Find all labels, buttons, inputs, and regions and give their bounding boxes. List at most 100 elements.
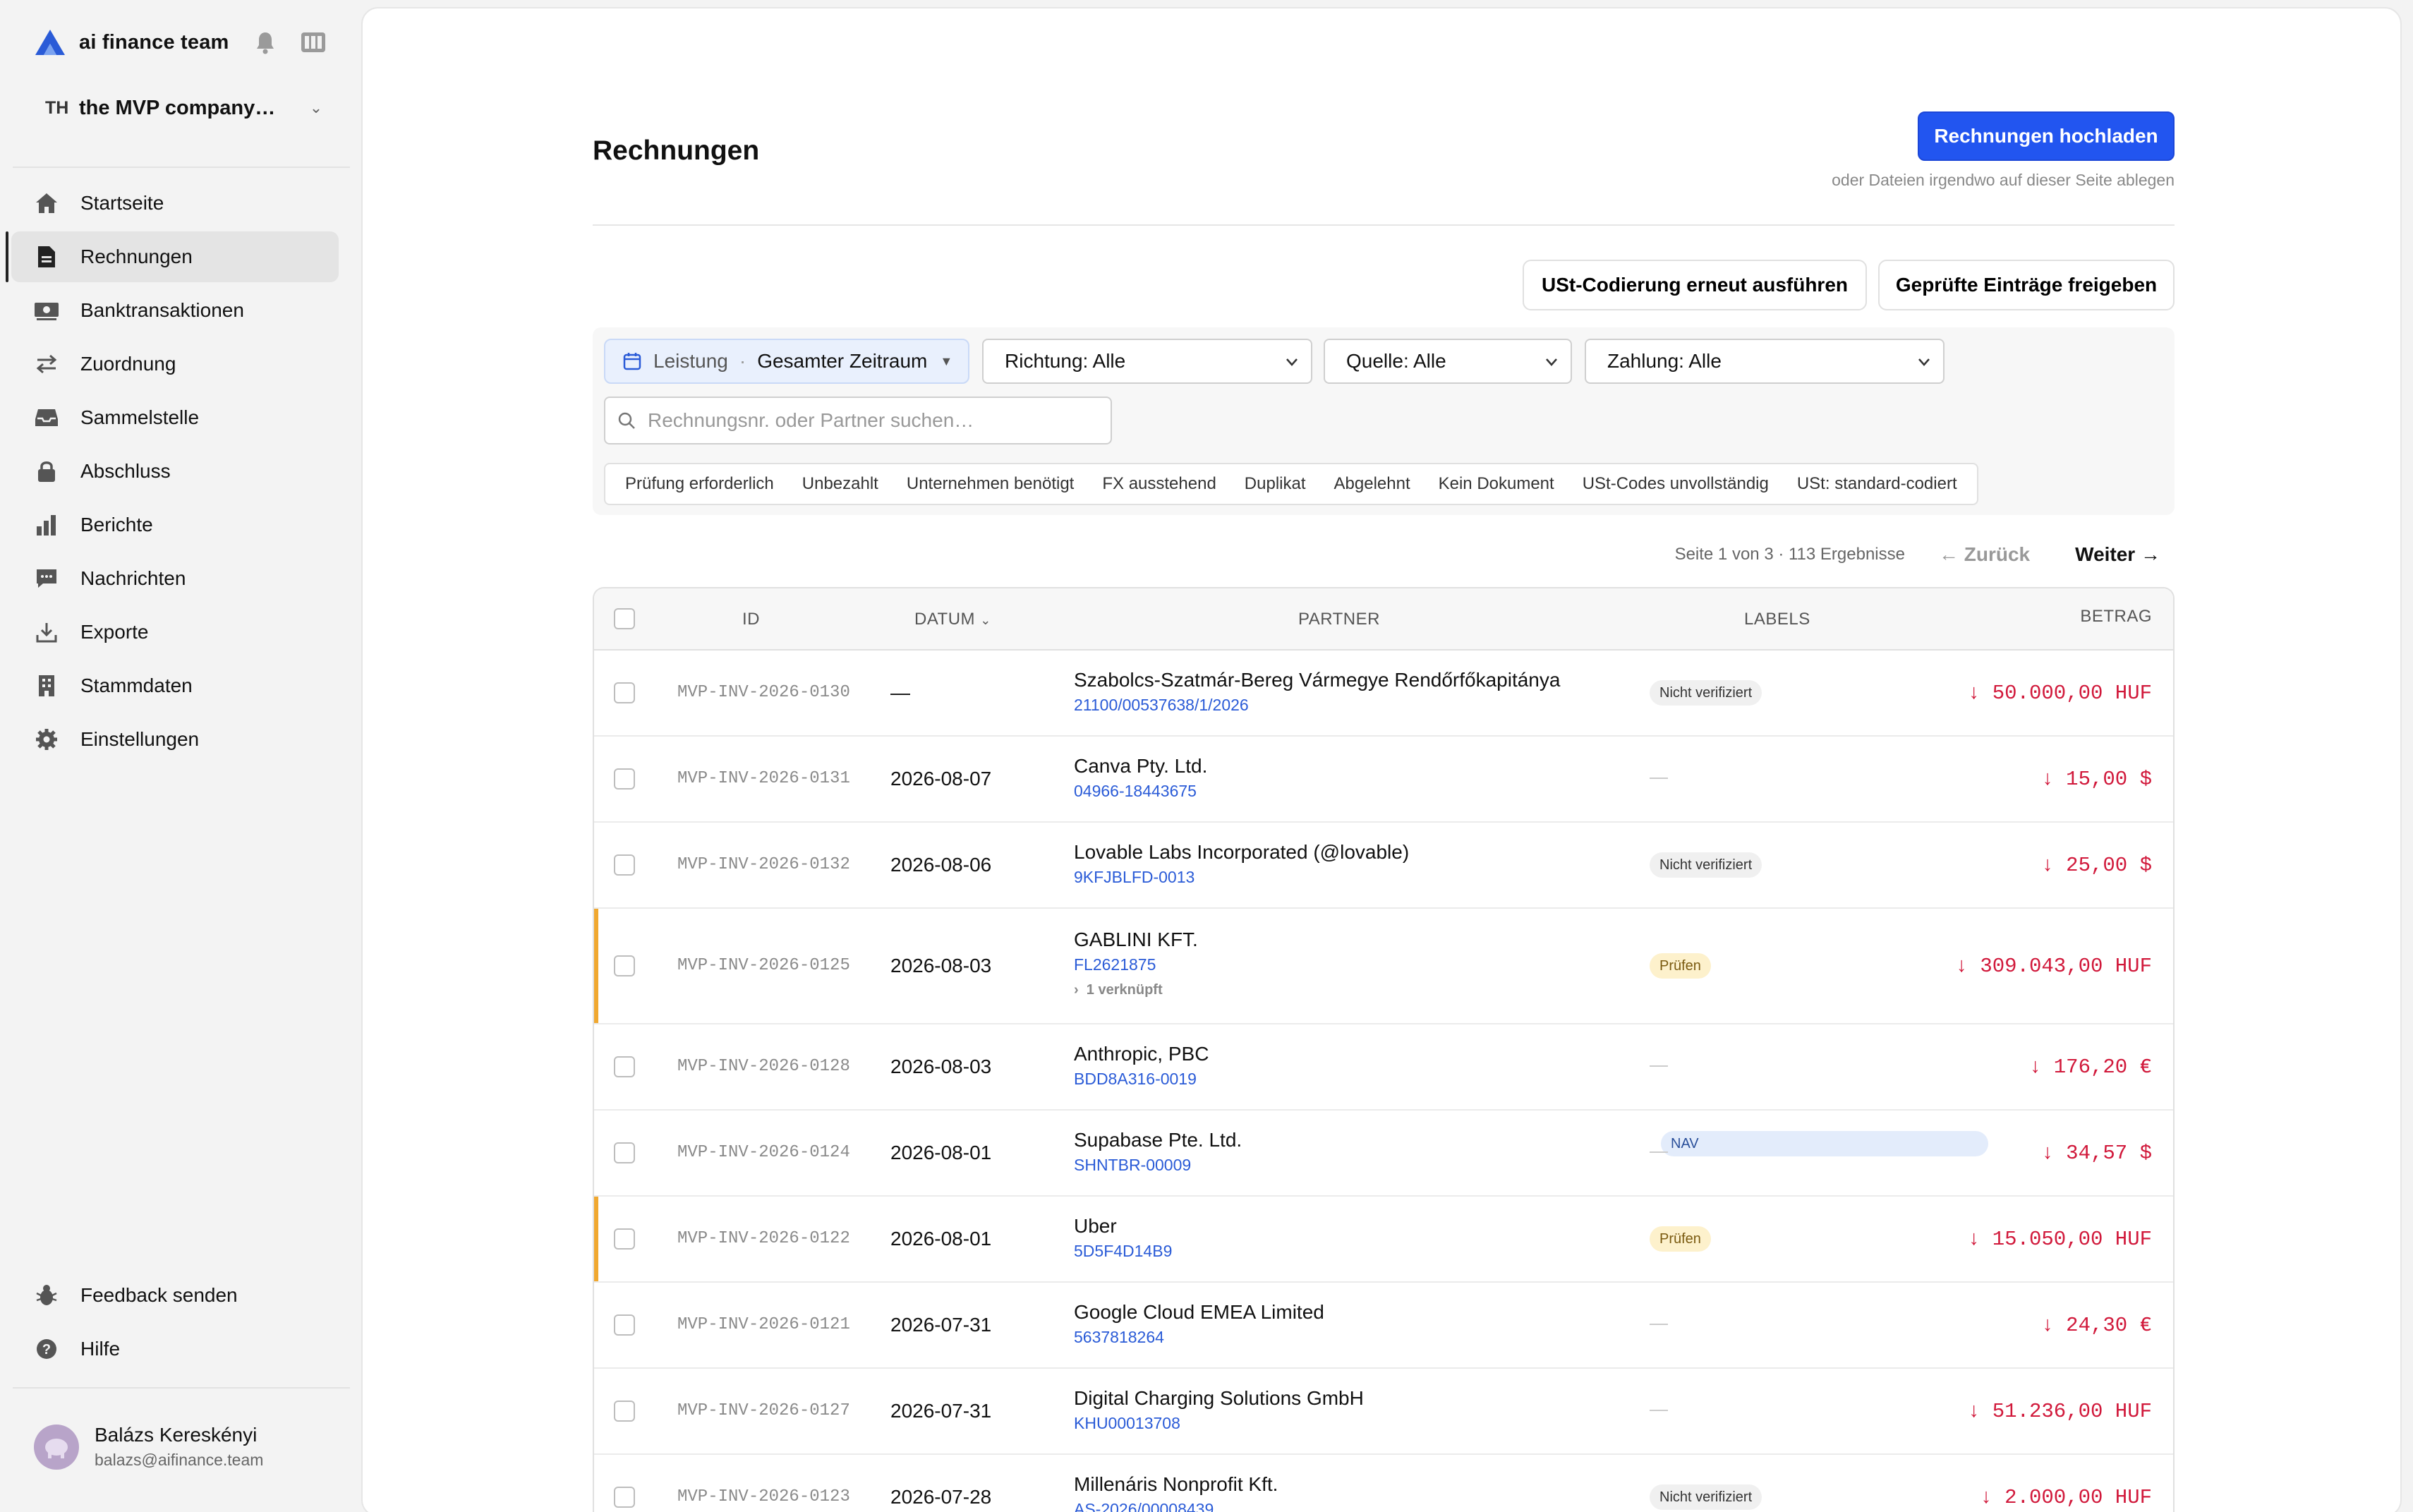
invoice-reference-link[interactable]: 9KFJBLFD-0013: [1074, 868, 1195, 887]
row-checkbox[interactable]: [614, 1314, 635, 1336]
sidebar-item-einstellungen[interactable]: Einstellungen: [11, 714, 339, 765]
row-checkbox[interactable]: [614, 854, 635, 876]
select-all-checkbox[interactable]: [614, 608, 635, 629]
invoice-id: MVP-INV-2026-0128: [677, 1057, 850, 1076]
sidebar-item-zuordnung[interactable]: Zuordnung: [11, 339, 339, 389]
row-checkbox[interactable]: [614, 1401, 635, 1422]
date-range-filter[interactable]: Leistung · Gesamter Zeitraum ▼: [604, 339, 969, 384]
row-checkbox[interactable]: [614, 1056, 635, 1077]
row-checkbox[interactable]: [614, 768, 635, 790]
partner-name: Lovable Labs Incorporated (@lovable): [1074, 841, 1410, 863]
search-input[interactable]: [648, 409, 1085, 432]
table-row[interactable]: MVP-INV-2026-0123 2026-07-28 Millenáris No…: [594, 1455, 2173, 1512]
table-row[interactable]: MVP-INV-2026-0127 2026-07-31 Digital Charg…: [594, 1369, 2173, 1455]
table-row[interactable]: MVP-INV-2026-0128 2026-08-03 Anthropic, PB…: [594, 1024, 2173, 1111]
sidebar-item-startseite[interactable]: Startseite: [11, 178, 339, 229]
invoice-amount: ↓ 25,00 $: [2041, 854, 2152, 877]
invoice-reference-link[interactable]: SHNTBR-00009: [1074, 1156, 1191, 1175]
brand[interactable]: ai finance team: [34, 25, 229, 59]
table-row[interactable]: MVP-INV-2026-0124 2026-08-01 Supabase Pte.…: [594, 1111, 2173, 1197]
sidebar-item-hilfe[interactable]: ? Hilfe: [11, 1324, 339, 1374]
bar-chart-icon: [32, 511, 61, 539]
chevron-down-icon: [1546, 358, 1557, 366]
table-row[interactable]: MVP-INV-2026-0121 2026-07-31 Google Cloud …: [594, 1283, 2173, 1369]
table-row[interactable]: MVP-INV-2026-0130 — Szabolcs-Szatmár-Bereg…: [594, 651, 2173, 737]
row-checkbox[interactable]: [614, 682, 635, 703]
rerun-vat-coding-button[interactable]: USt-Codierung erneut ausführen: [1523, 260, 1867, 310]
chip-company-needed[interactable]: Unternehmen benötigt: [893, 474, 1089, 494]
prev-page-button[interactable]: ← Zurück: [1939, 543, 2030, 566]
invoice-reference-link[interactable]: 5637818264: [1074, 1328, 1164, 1347]
sidebar-item-label: Nachrichten: [80, 567, 186, 589]
sidebar-item-label: Abschluss: [80, 460, 171, 482]
row-checkbox[interactable]: [614, 1487, 635, 1508]
payment-select[interactable]: Zahlung: Alle: [1585, 339, 1945, 384]
sidebar-item-feedback[interactable]: Feedback senden: [11, 1270, 339, 1321]
invoice-reference-link[interactable]: KHU00013708: [1074, 1414, 1180, 1433]
sidebar-item-abschluss[interactable]: Abschluss: [11, 446, 339, 497]
invoice-reference-link[interactable]: BDD8A316-0019: [1074, 1070, 1197, 1089]
sidebar-item-sammelstelle[interactable]: Sammelstelle: [11, 392, 339, 443]
sidebar-item-exporte[interactable]: Exporte: [11, 607, 339, 658]
chip-no-document[interactable]: Kein Dokument: [1425, 474, 1568, 494]
chip-rejected[interactable]: Abgelehnt: [1320, 474, 1425, 494]
company-switcher[interactable]: TH the MVP company… ⌄: [34, 89, 330, 127]
sidebar-item-banktransaktionen[interactable]: Banktransaktionen: [11, 285, 339, 336]
row-checkbox[interactable]: [614, 1228, 635, 1250]
sidebar-divider: [13, 167, 350, 168]
sidebar-item-label: Sammelstelle: [80, 406, 200, 428]
row-checkbox[interactable]: [614, 1142, 635, 1163]
linked-toggle[interactable]: › 1 verknüpft: [1074, 982, 1163, 998]
column-header-amount[interactable]: BETRAG: [2080, 607, 2152, 627]
partner-name: GABLINI KFT.: [1074, 929, 1198, 950]
table-row[interactable]: MVP-INV-2026-0131 2026-08-07 Canva Pty. Lt…: [594, 737, 2173, 823]
sidebar-item-label: Startseite: [80, 192, 164, 214]
sort-chevron-icon: ⌄: [980, 613, 991, 627]
column-header-partner[interactable]: PARTNER: [1298, 610, 1380, 629]
upload-invoices-button[interactable]: Rechnungen hochladen: [1918, 111, 2175, 161]
column-header-date[interactable]: DATUM ⌄: [914, 610, 991, 629]
status-badge: Nicht verifiziert: [1650, 1484, 1762, 1510]
no-labels-dash: [1650, 1324, 1668, 1325]
home-icon: [32, 189, 61, 217]
direction-select[interactable]: Richtung: Alle: [982, 339, 1312, 384]
chip-review-required[interactable]: Prüfung erforderlich: [611, 474, 788, 494]
invoice-reference-link[interactable]: 21100/00537638/1/2026: [1074, 696, 1249, 715]
source-select[interactable]: Quelle: Alle: [1324, 339, 1572, 384]
release-reviewed-button[interactable]: Geprüfte Einträge freigeben: [1878, 260, 2175, 310]
avatar: [34, 1424, 79, 1470]
sidebar-nav: Startseite Rechnungen Banktransaktionen …: [6, 178, 339, 768]
sidebar-item-nachrichten[interactable]: Nachrichten: [11, 553, 339, 604]
user-profile[interactable]: Balázs Kereskényi balazs@aifinance.team: [34, 1424, 263, 1470]
search-field[interactable]: [604, 397, 1112, 444]
direction-select-value: Richtung: Alle: [1005, 350, 1126, 372]
table-header: ID DATUM ⌄ PARTNER LABELS BETRAG: [594, 588, 2173, 651]
invoice-id: MVP-INV-2026-0122: [677, 1229, 850, 1248]
column-header-id[interactable]: ID: [742, 610, 760, 629]
next-page-button[interactable]: Weiter →: [2075, 543, 2160, 566]
bell-icon[interactable]: [251, 28, 279, 56]
invoice-reference-link[interactable]: FL2621875: [1074, 955, 1156, 974]
invoice-reference-link[interactable]: 5D5F4D14B9: [1074, 1242, 1172, 1261]
chip-duplicate[interactable]: Duplikat: [1230, 474, 1320, 494]
row-checkbox[interactable]: [614, 955, 635, 976]
sidebar-item-stammdaten[interactable]: Stammdaten: [11, 660, 339, 711]
column-header-labels[interactable]: LABELS: [1744, 610, 1810, 629]
table-row[interactable]: MVP-INV-2026-0122 2026-08-01 Uber 5D5F4D14B…: [594, 1197, 2173, 1283]
table-row[interactable]: MVP-INV-2026-0125 2026-08-03 GABLINI KFT. F…: [594, 909, 2173, 1156]
chip-fx-pending[interactable]: FX ausstehend: [1088, 474, 1230, 494]
chip-unpaid[interactable]: Unbezahlt: [788, 474, 893, 494]
chip-vat-standard-coded[interactable]: USt: standard-codiert: [1783, 474, 1971, 494]
chip-vat-codes-incomplete[interactable]: USt-Codes unvollständig: [1568, 474, 1783, 494]
invoice-reference-link[interactable]: AS-2026/00008439: [1074, 1500, 1214, 1512]
table-row[interactable]: MVP-INV-2026-0132 2026-08-06 Lovable Labs …: [594, 823, 2173, 909]
invoice-date: 2026-08-03: [890, 1056, 992, 1077]
invoice-reference-link[interactable]: 04966-18443675: [1074, 782, 1197, 801]
sidebar-item-rechnungen[interactable]: Rechnungen: [6, 231, 339, 282]
invoice-amount: ↓ 176,20 €: [2028, 1056, 2152, 1079]
invoice-amount: ↓ 2.000,00 HUF: [1980, 1486, 2152, 1509]
partner-name: Szabolcs-Szatmár-Bereg Vármegye Rendőrfő…: [1074, 669, 1561, 691]
panel-toggle-icon[interactable]: [299, 28, 327, 56]
date-filter-value: Gesamter Zeitraum: [757, 350, 928, 372]
sidebar-item-berichte[interactable]: Berichte: [11, 500, 339, 550]
